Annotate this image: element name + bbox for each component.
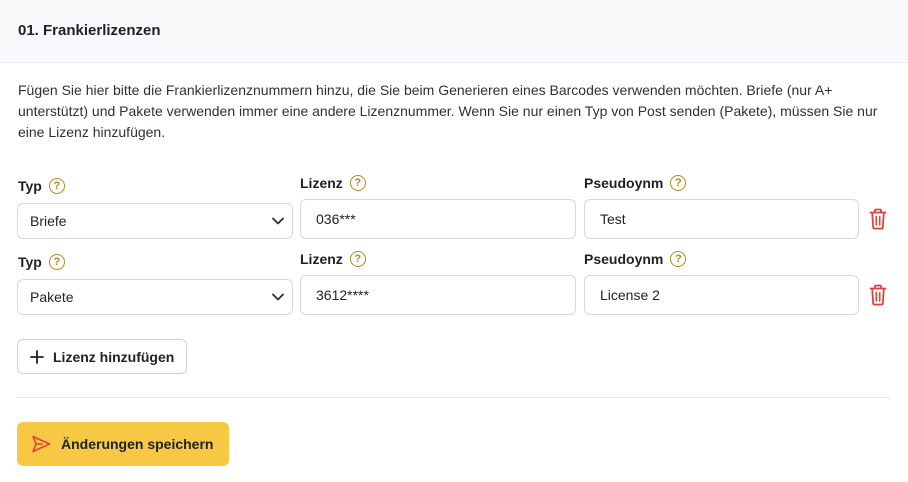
section-title: 01. Frankierlizenzen bbox=[18, 22, 161, 39]
type-select[interactable]: Pakete bbox=[17, 279, 293, 315]
pseudonym-input[interactable]: Test bbox=[584, 199, 859, 239]
question-circle-icon[interactable]: ? bbox=[48, 178, 65, 194]
question-circle-icon[interactable]: ? bbox=[349, 175, 366, 191]
pseudonym-input[interactable]: License 2 bbox=[584, 275, 859, 315]
plus-icon bbox=[30, 349, 44, 364]
question-circle-icon[interactable]: ? bbox=[670, 175, 687, 191]
type-label-text: Typ bbox=[18, 178, 42, 194]
trash-icon[interactable] bbox=[869, 208, 887, 230]
license-input-value: 3612**** bbox=[316, 287, 369, 303]
pseudonym-input-value: Test bbox=[600, 211, 626, 227]
question-circle-icon[interactable]: ? bbox=[670, 251, 687, 267]
question-circle-icon[interactable]: ? bbox=[349, 251, 366, 267]
pseudonym-label: Pseudoynm ? bbox=[584, 251, 687, 267]
add-license-label: Lizenz hinzufügen bbox=[53, 348, 175, 365]
save-changes-label: Änderungen speichern bbox=[61, 436, 214, 452]
pseudonym-input-value: License 2 bbox=[600, 287, 660, 303]
question-circle-icon[interactable]: ? bbox=[48, 254, 65, 270]
pseudonym-label: Pseudoynm ? bbox=[584, 175, 687, 191]
type-select[interactable]: Briefe bbox=[17, 203, 293, 239]
divider bbox=[17, 397, 890, 398]
section-header: 01. Frankierlizenzen bbox=[0, 0, 908, 63]
license-input[interactable]: 3612**** bbox=[300, 275, 576, 315]
pseudonym-label-text: Pseudoynm bbox=[584, 175, 664, 191]
trash-icon[interactable] bbox=[869, 284, 887, 306]
pseudonym-label-text: Pseudoynm bbox=[584, 251, 664, 267]
license-input-value: 036*** bbox=[316, 211, 356, 227]
send-icon bbox=[32, 435, 51, 453]
type-label: Typ ? bbox=[18, 178, 65, 194]
section-description: Fügen Sie hier bitte die Frankierlizenzn… bbox=[18, 82, 878, 140]
chevron-down-icon bbox=[272, 293, 284, 301]
license-label: Lizenz ? bbox=[300, 175, 366, 191]
license-label-text: Lizenz bbox=[300, 175, 343, 191]
save-changes-button[interactable]: Änderungen speichern bbox=[17, 422, 229, 466]
add-license-button[interactable]: Lizenz hinzufügen bbox=[17, 339, 187, 374]
chevron-down-icon bbox=[272, 217, 284, 225]
type-label: Typ ? bbox=[18, 254, 65, 270]
type-label-text: Typ bbox=[18, 254, 42, 270]
license-label-text: Lizenz bbox=[300, 251, 343, 267]
license-input[interactable]: 036*** bbox=[300, 199, 576, 239]
type-select-value: Briefe bbox=[30, 213, 67, 229]
license-label: Lizenz ? bbox=[300, 251, 366, 267]
type-select-value: Pakete bbox=[30, 289, 74, 305]
